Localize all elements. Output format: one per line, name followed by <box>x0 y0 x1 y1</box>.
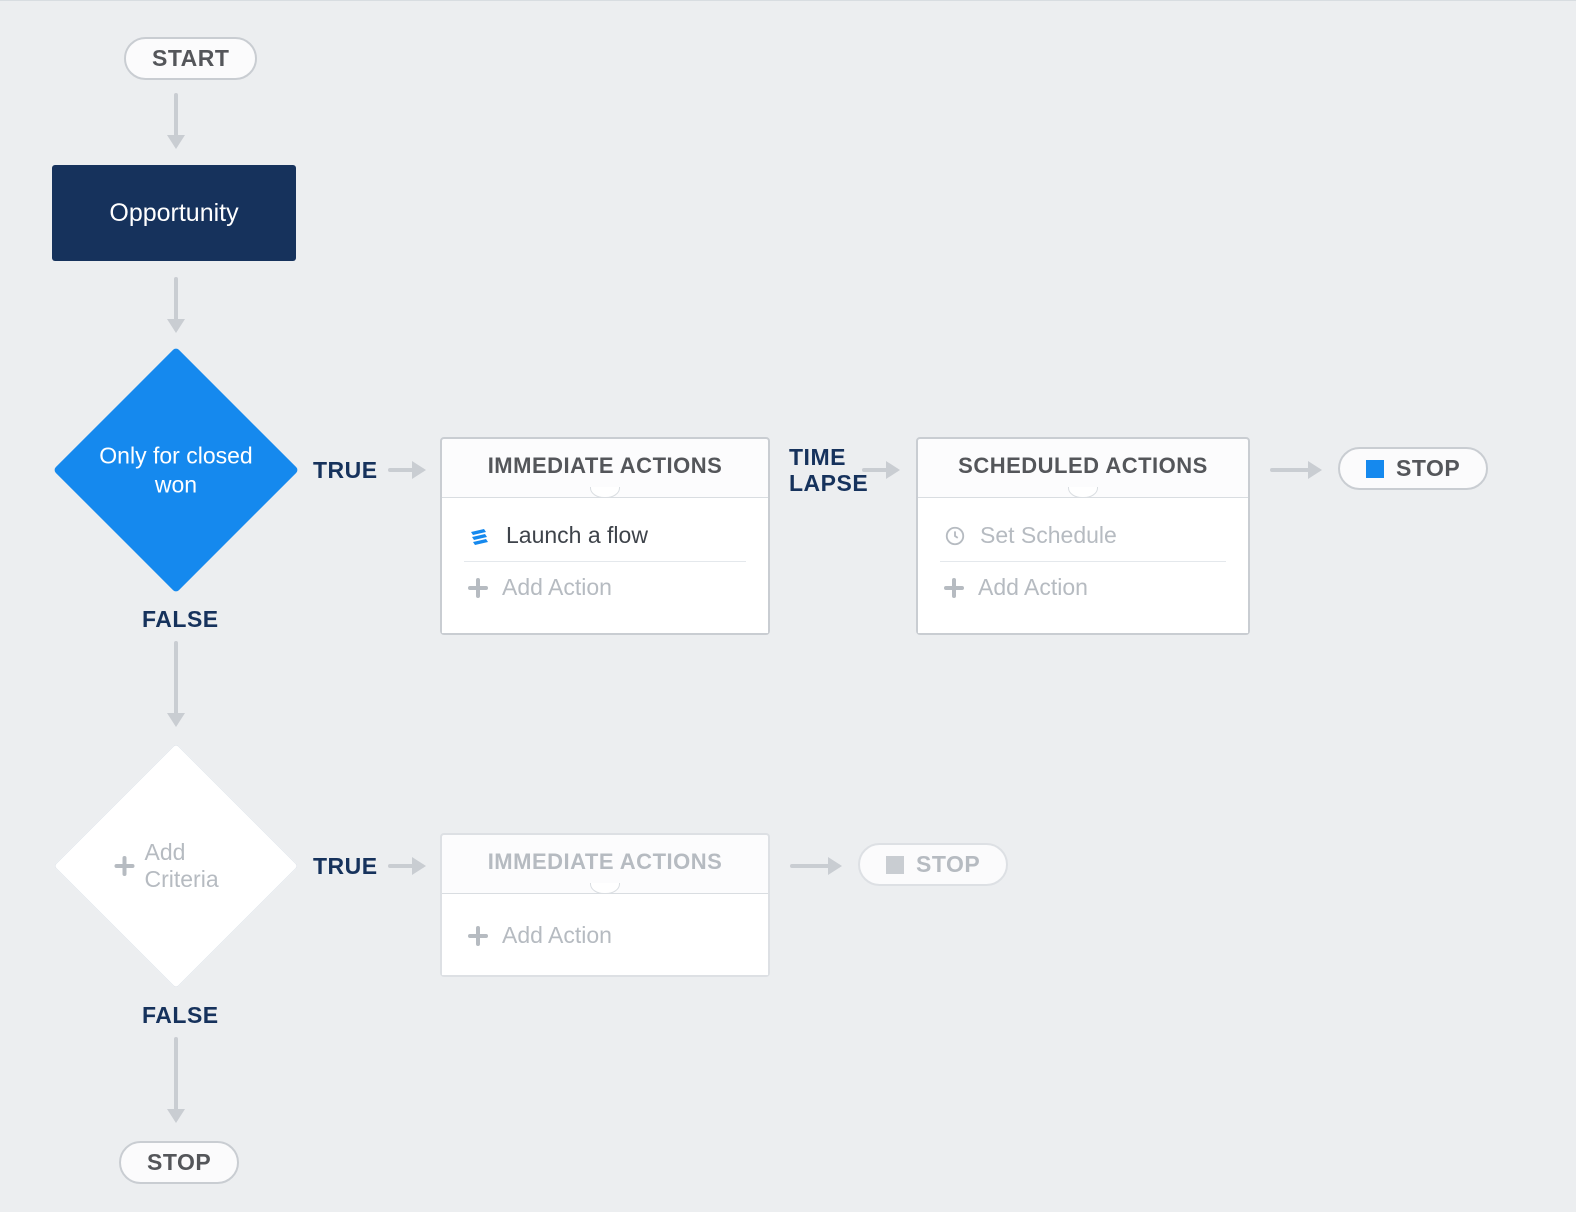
clock-icon <box>944 525 966 547</box>
true-label-2: TRUE <box>313 853 378 879</box>
action-label: Launch a flow <box>506 522 648 549</box>
immediate-actions-panel-1: IMMEDIATE ACTIONS Launch a flow Add Acti… <box>440 437 770 635</box>
add-criteria-label: Add Criteria <box>145 839 238 893</box>
immediate-actions-title-1: IMMEDIATE ACTIONS <box>442 439 768 497</box>
plus-icon <box>944 578 964 598</box>
arrow-criteria1-to-criteria2 <box>174 641 178 725</box>
time-lapse-label: TIME LAPSE <box>789 444 868 497</box>
arrow-object-to-criteria <box>174 277 178 331</box>
arrow-criteria2-to-stop <box>174 1037 178 1121</box>
flow-icon <box>468 524 492 548</box>
stop-node-bottom: STOP <box>119 1141 239 1184</box>
stop-label: STOP <box>1396 455 1460 482</box>
add-action-button-2[interactable]: Add Action <box>464 906 746 955</box>
plus-icon <box>468 578 488 598</box>
arrow-criteria2-to-immediate <box>388 864 424 868</box>
immediate-actions-panel-2: IMMEDIATE ACTIONS Add Action <box>440 833 770 977</box>
set-schedule-label: Set Schedule <box>980 522 1117 549</box>
false-label-2: FALSE <box>142 1002 219 1028</box>
add-scheduled-action-button[interactable]: Add Action <box>940 562 1226 613</box>
action-launch-flow[interactable]: Launch a flow <box>464 510 746 562</box>
arrow-immediate2-to-stop <box>790 864 840 868</box>
add-action-label: Add Action <box>978 574 1088 601</box>
criteria-label: Only for closed won <box>76 441 276 499</box>
criteria-node-2[interactable]: Add Criteria <box>53 743 299 989</box>
set-schedule-button[interactable]: Set Schedule <box>940 510 1226 562</box>
stop-label: STOP <box>916 851 980 878</box>
add-action-label: Add Action <box>502 922 612 949</box>
criteria-node-1[interactable]: Only for closed won <box>53 347 299 593</box>
add-action-button-1[interactable]: Add Action <box>464 562 746 613</box>
start-node: START <box>124 37 257 80</box>
immediate-actions-title-2: IMMEDIATE ACTIONS <box>442 835 768 893</box>
stop-label: STOP <box>147 1149 211 1176</box>
true-label-1: TRUE <box>313 457 378 483</box>
plus-icon <box>468 926 488 946</box>
arrow-criteria1-to-immediate <box>388 468 424 472</box>
process-builder-canvas: START Opportunity Only for closed won TR… <box>0 0 1576 1212</box>
plus-icon <box>115 856 135 876</box>
scheduled-actions-title: SCHEDULED ACTIONS <box>918 439 1248 497</box>
scheduled-actions-panel: SCHEDULED ACTIONS Set Schedule Add Actio… <box>916 437 1250 635</box>
arrow-immediate-to-scheduled <box>862 468 898 472</box>
false-label-1: FALSE <box>142 606 219 632</box>
stop-icon <box>1366 460 1384 478</box>
add-criteria-content: Add Criteria <box>115 839 238 893</box>
object-label: Opportunity <box>109 199 238 228</box>
stop-icon <box>886 856 904 874</box>
arrow-scheduled-to-stop <box>1270 468 1320 472</box>
stop-node-1[interactable]: STOP <box>1338 447 1488 490</box>
stop-node-2[interactable]: STOP <box>858 843 1008 886</box>
arrow-start-to-object <box>174 93 178 147</box>
object-node[interactable]: Opportunity <box>52 165 296 261</box>
start-label: START <box>152 45 229 72</box>
add-action-label: Add Action <box>502 574 612 601</box>
